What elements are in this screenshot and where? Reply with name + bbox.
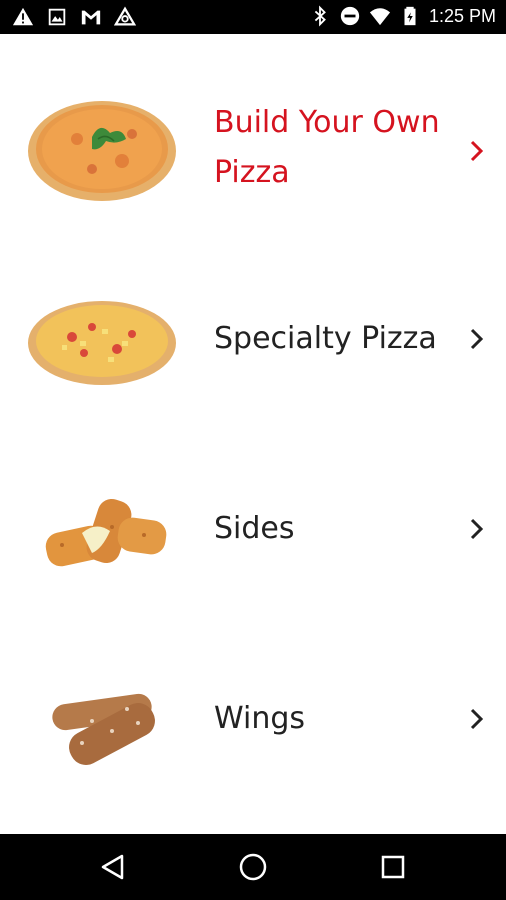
battery-icon — [399, 5, 421, 27]
chevron-right-icon — [466, 705, 488, 733]
chevron-right-icon — [466, 325, 488, 353]
bluetooth-icon — [309, 5, 331, 27]
back-icon[interactable] — [96, 850, 130, 884]
menu-item-label: Build Your Own Pizza — [214, 98, 440, 198]
recents-icon[interactable] — [376, 850, 410, 884]
do-not-disturb-icon — [339, 5, 361, 27]
menu-list: Build Your Own Pizza Specialty Pizza Sid… — [0, 34, 506, 834]
menu-item-label-line-1: Build Your Own — [214, 105, 440, 140]
navigation-bar — [0, 834, 506, 900]
menu-item-sides[interactable]: Sides — [0, 434, 506, 624]
menu-item-wings[interactable]: Wings — [0, 624, 506, 814]
cheese-pizza-image — [22, 89, 182, 209]
menu-item-label: Specialty Pizza — [214, 321, 437, 356]
chevron-right-icon — [466, 515, 488, 543]
menu-item-label-line-2: Pizza — [214, 155, 290, 190]
menu-item-label: Wings — [214, 701, 306, 736]
triangle-app-icon — [114, 6, 136, 28]
chevron-right-icon — [466, 137, 488, 165]
clock: 1:25 PM — [428, 5, 496, 26]
wifi-icon — [369, 5, 391, 27]
status-bar: 1:25 PM — [0, 0, 506, 34]
menu-item-specialty-pizza[interactable]: Specialty Pizza — [0, 244, 506, 434]
gmail-icon — [80, 6, 102, 28]
menu-item-build-your-own-pizza[interactable]: Build Your Own Pizza — [0, 54, 506, 244]
warning-icon — [12, 6, 34, 28]
hawaiian-pizza-image — [22, 279, 182, 399]
menu-item-label: Sides — [214, 511, 295, 546]
chicken-wings-image — [22, 659, 182, 779]
image-icon — [46, 6, 68, 28]
home-icon[interactable] — [236, 850, 270, 884]
mozzarella-sticks-image — [22, 469, 182, 589]
